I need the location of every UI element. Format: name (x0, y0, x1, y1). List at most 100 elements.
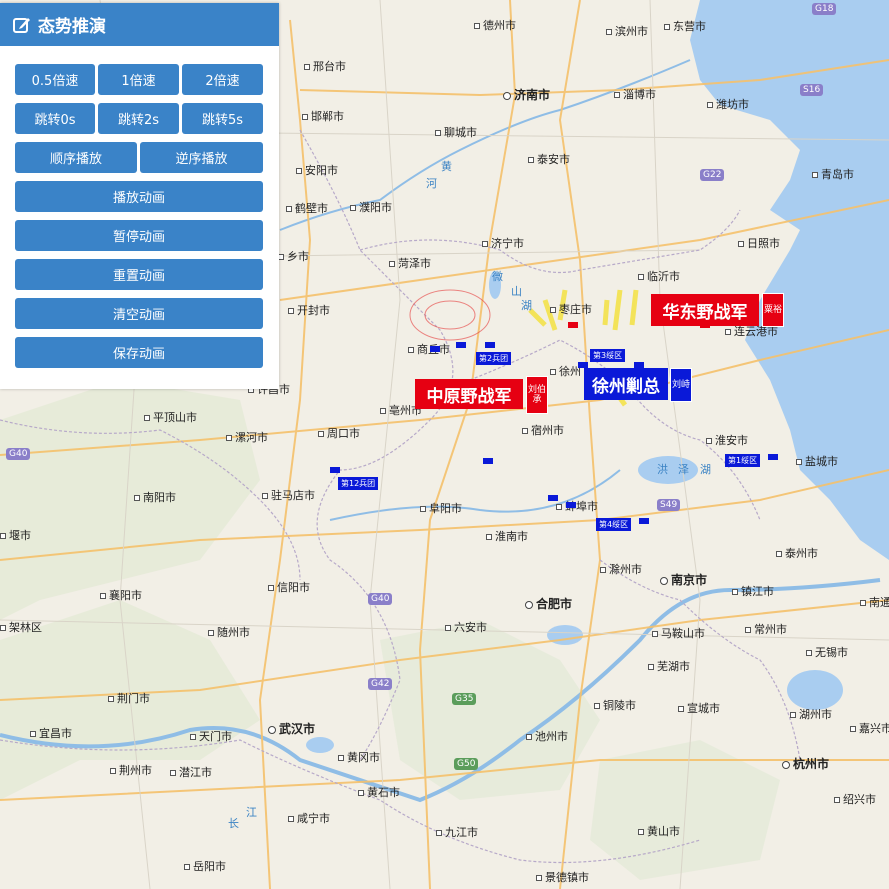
army-commander-tag[interactable]: 粟裕 (762, 293, 784, 327)
army-commander-tag[interactable]: 刘伯承 (526, 376, 548, 414)
city-label: 宜昌市 (30, 727, 72, 740)
reverse-play-button[interactable]: 逆序播放 (140, 142, 263, 173)
city-label: 菏泽市 (389, 257, 431, 270)
city-label: 驻马店市 (262, 489, 315, 502)
forward-play-button[interactable]: 顺序播放 (15, 142, 137, 173)
city-label: 随州市 (208, 626, 250, 639)
unit-marker[interactable]: 第3绥区 (590, 349, 626, 362)
unit-marker[interactable] (430, 346, 440, 352)
highway-shield: G22 (700, 169, 725, 181)
city-label: 宣城市 (678, 702, 720, 715)
city-label: 济宁市 (482, 237, 524, 250)
unit-marker[interactable] (456, 342, 466, 348)
city-label: 堰市 (0, 529, 31, 542)
city-label: 德州市 (474, 19, 516, 32)
army-label-east[interactable]: 华东野战军 (651, 294, 759, 326)
city-label: 枣庄市 (550, 303, 592, 316)
unit-marker[interactable] (568, 322, 578, 328)
unit-marker[interactable]: 第12兵团 (338, 477, 379, 490)
city-label: 合肥市 (525, 598, 572, 611)
city-label: 平顶山市 (144, 411, 197, 424)
city-label: 嘉兴市 (850, 722, 889, 735)
highway-shield: G40 (6, 448, 31, 460)
highway-shield: G50 (454, 758, 479, 770)
river-label: 江 (246, 806, 257, 819)
city-label: 濮阳市 (350, 201, 392, 214)
unit-marker[interactable] (768, 454, 778, 460)
jump-0s-button[interactable]: 跳转0s (15, 103, 95, 134)
city-label: 景德镇市 (536, 871, 589, 884)
city-label: 南京市 (660, 574, 707, 587)
city-label: 绍兴市 (834, 793, 876, 806)
panel-header: 态势推演 (0, 3, 279, 46)
city-label: 天门市 (190, 730, 232, 743)
city-label: 马鞍山市 (652, 627, 705, 640)
city-label: 乡市 (278, 250, 309, 263)
city-label: 湖州市 (790, 708, 832, 721)
jump-5s-button[interactable]: 跳转5s (182, 103, 263, 134)
lake-label: 湖 (700, 463, 711, 476)
city-label: 黄冈市 (338, 751, 380, 764)
reset-animation-button[interactable]: 重置动画 (15, 259, 263, 290)
city-label: 邢台市 (304, 60, 346, 73)
city-label: 滨州市 (606, 25, 648, 38)
speed-0.5x-button[interactable]: 0.5倍速 (15, 64, 95, 95)
city-label: 架林区 (0, 621, 42, 634)
panel-title: 态势推演 (38, 17, 106, 37)
unit-marker[interactable] (639, 518, 649, 524)
city-label: 荆州市 (110, 764, 152, 777)
highway-shield: G18 (812, 3, 837, 15)
clear-animation-button[interactable]: 清空动画 (15, 298, 263, 329)
highway-shield: G42 (368, 678, 393, 690)
city-label: 商丘市 (408, 343, 450, 356)
unit-marker[interactable] (330, 467, 340, 473)
city-label: 滁州市 (600, 563, 642, 576)
city-label: 安阳市 (296, 164, 338, 177)
city-label: 荆门市 (108, 692, 150, 705)
speed-2x-button[interactable]: 2倍速 (182, 64, 263, 95)
unit-marker[interactable] (548, 495, 558, 501)
city-label: 开封市 (288, 304, 330, 317)
city-label: 日照市 (738, 237, 780, 250)
city-label: 南阳市 (134, 491, 176, 504)
city-label: 宿州市 (522, 424, 564, 437)
city-label: 淄博市 (614, 88, 656, 101)
save-animation-button[interactable]: 保存动画 (15, 337, 263, 368)
city-label: 东营市 (664, 20, 706, 33)
city-label: 南通 (860, 596, 889, 609)
city-label: 淮安市 (706, 434, 748, 447)
unit-marker[interactable]: 第1绥区 (725, 454, 761, 467)
highway-shield: S49 (657, 499, 681, 511)
unit-marker[interactable]: 第2兵团 (476, 352, 512, 365)
city-label: 鹤壁市 (286, 202, 328, 215)
city-label: 蚌埠市 (556, 500, 598, 513)
city-label: 泰州市 (776, 547, 818, 560)
army-label-enemy[interactable]: 徐州剿总 (584, 368, 668, 400)
city-label: 泰安市 (528, 153, 570, 166)
city-label: 聊城市 (435, 126, 477, 139)
city-label: 武汉市 (268, 723, 315, 736)
city-label: 盐城市 (796, 455, 838, 468)
pause-animation-button[interactable]: 暂停动画 (15, 220, 263, 251)
jump-2s-button[interactable]: 跳转2s (98, 103, 179, 134)
unit-marker[interactable]: 第4绥区 (596, 518, 632, 531)
city-label: 信阳市 (268, 581, 310, 594)
army-label-central[interactable]: 中原野战军 (415, 379, 523, 409)
city-label: 黄石市 (358, 786, 400, 799)
city-label: 常州市 (745, 623, 787, 636)
lake-label: 微 (492, 270, 503, 283)
city-label: 济南市 (503, 89, 550, 102)
speed-1x-button[interactable]: 1倍速 (98, 64, 179, 95)
city-label: 临沂市 (638, 270, 680, 283)
city-label: 镇江市 (732, 585, 774, 598)
city-label: 无锡市 (806, 646, 848, 659)
city-label: 漯河市 (226, 431, 268, 444)
unit-marker[interactable] (483, 458, 493, 464)
play-animation-button[interactable]: 播放动画 (15, 181, 263, 212)
city-label: 襄阳市 (100, 589, 142, 602)
city-label: 青岛市 (812, 168, 854, 181)
river-label: 黄 (441, 160, 452, 173)
army-commander-tag[interactable]: 刘峙 (670, 368, 692, 402)
unit-marker[interactable] (566, 502, 576, 508)
unit-marker[interactable] (485, 342, 495, 348)
